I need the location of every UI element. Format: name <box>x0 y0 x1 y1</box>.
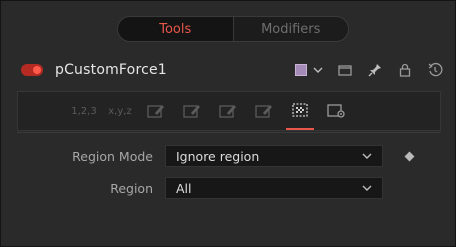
view-icon[interactable] <box>337 62 353 78</box>
tab-tools[interactable]: Tools <box>118 17 234 41</box>
inspector-panel: Tools Modifiers pCustomForce1 1,2,3 x,y,… <box>0 0 456 247</box>
tool-name: pCustomForce1 <box>55 62 167 78</box>
region-dropdown[interactable]: All <box>165 177 383 199</box>
keyframe-icon[interactable] <box>404 151 415 161</box>
region-mode-dropdown[interactable]: Ignore region <box>165 145 383 167</box>
header-icons <box>295 55 443 85</box>
xyz-icon: x,y,z <box>108 105 132 117</box>
tab-modifiers[interactable]: Modifiers <box>234 17 349 41</box>
xyz-button[interactable]: x,y,z <box>102 96 138 126</box>
edit-graph-button-2[interactable] <box>174 96 210 126</box>
settings-icon <box>327 104 345 118</box>
toolbar-divider <box>17 132 441 133</box>
region-icon <box>292 103 308 117</box>
region-mode-row: Region Mode Ignore region <box>17 145 441 167</box>
settings-button[interactable] <box>318 96 354 126</box>
lock-icon[interactable] <box>397 62 413 78</box>
region-mode-value: Ignore region <box>176 148 260 164</box>
chevron-down-icon <box>362 185 372 191</box>
edit-graph-icon <box>255 105 272 118</box>
chevron-down-icon <box>362 153 372 159</box>
reset-icon[interactable] <box>427 62 443 78</box>
control-page-toolbar: 1,2,3 x,y,z <box>17 91 441 131</box>
tool-color-swatch <box>295 64 307 76</box>
pin-icon[interactable] <box>367 62 383 78</box>
edit-graph-button-3[interactable] <box>210 96 246 126</box>
edit-graph-icon <box>219 105 236 118</box>
region-row: Region All <box>17 177 441 199</box>
edit-graph-button-1[interactable] <box>138 96 174 126</box>
region-button[interactable] <box>282 96 318 130</box>
numbers-button[interactable]: 1,2,3 <box>66 96 102 126</box>
edit-graph-button-4[interactable] <box>246 96 282 126</box>
region-value: All <box>176 180 192 196</box>
tool-header: pCustomForce1 <box>9 55 449 85</box>
region-label: Region <box>110 180 153 196</box>
color-picker[interactable] <box>295 64 323 76</box>
region-mode-label: Region Mode <box>72 148 153 164</box>
numbers-icon: 1,2,3 <box>71 105 97 117</box>
edit-graph-icon <box>147 105 164 118</box>
chevron-down-icon <box>313 67 323 73</box>
tool-enable-toggle[interactable] <box>21 64 43 76</box>
inspector-tabs: Tools Modifiers <box>117 16 349 42</box>
edit-graph-icon <box>183 105 200 118</box>
